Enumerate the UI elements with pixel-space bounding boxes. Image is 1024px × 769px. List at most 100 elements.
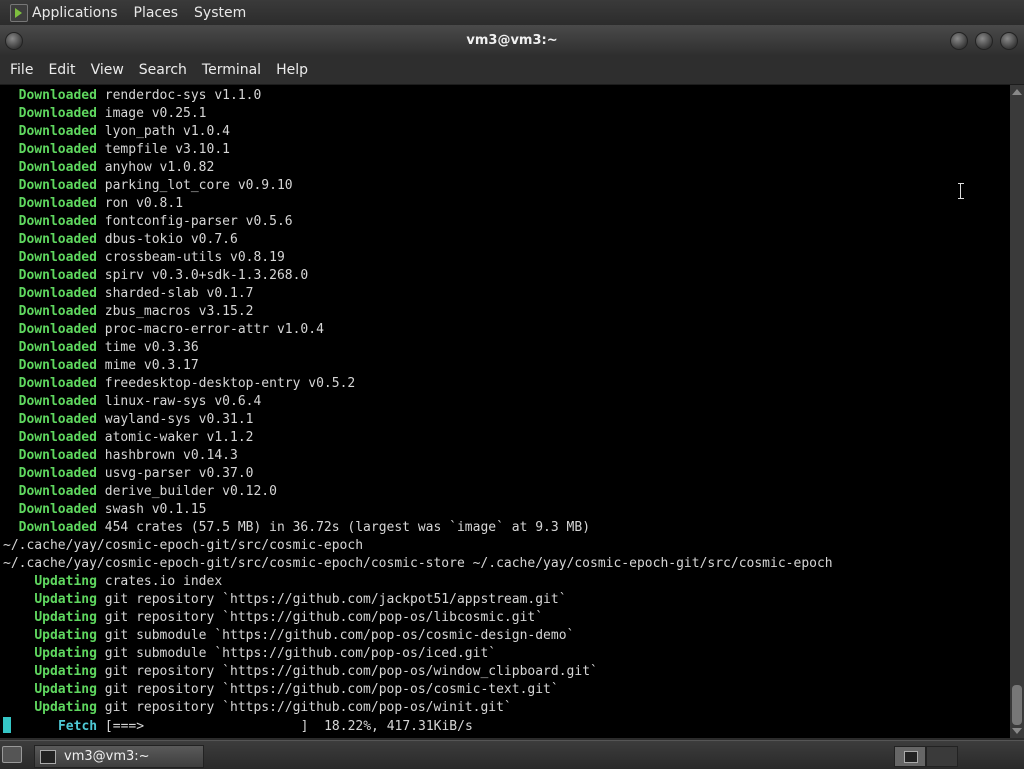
window-titlebar[interactable]: vm3@vm3:~ — [0, 25, 1024, 55]
bottom-panel: vm3@vm3:~ — [0, 740, 1024, 769]
terminal-line: Updating git repository `https://github.… — [3, 663, 833, 681]
terminal-scrollbar[interactable] — [1010, 85, 1024, 738]
line-status-keyword: Downloaded — [18, 520, 97, 535]
line-status-keyword: Downloaded — [18, 178, 97, 193]
line-status-keyword: Downloaded — [18, 484, 97, 499]
terminal-line: Downloaded usvg-parser v0.37.0 — [3, 465, 833, 483]
line-text: git submodule `https://github.com/pop-os… — [96, 646, 497, 661]
line-text: linux-raw-sys v0.6.4 — [96, 394, 262, 409]
taskbar-window-label: vm3@vm3:~ — [64, 749, 150, 764]
terminal-line: Downloaded ron v0.8.1 — [3, 195, 833, 213]
menu-file[interactable]: File — [10, 62, 33, 78]
maximize-button[interactable] — [975, 32, 993, 50]
line-text: atomic-waker v1.1.2 — [96, 430, 254, 445]
line-status-keyword: Downloaded — [18, 340, 97, 355]
line-status-keyword: Downloaded — [18, 448, 97, 463]
terminal-line: Downloaded freedesktop-desktop-entry v0.… — [3, 375, 833, 393]
terminal-line: Updating git repository `https://github.… — [3, 699, 833, 717]
terminal-output[interactable]: Downloaded renderdoc-sys v1.1.0 Download… — [0, 85, 1010, 738]
line-text: git repository `https://github.com/pop-o… — [96, 664, 598, 679]
line-text: ~/.cache/yay/cosmic-epoch-git/src/cosmic… — [3, 538, 364, 553]
line-text: usvg-parser v0.37.0 — [96, 466, 254, 481]
terminal-line: Downloaded hashbrown v0.14.3 — [3, 447, 833, 465]
menu-terminal[interactable]: Terminal — [202, 62, 261, 78]
menubar: File Edit View Search Terminal Help — [0, 55, 1024, 85]
line-text: derive_builder v0.12.0 — [96, 484, 277, 499]
top-menu-applications[interactable]: Applications — [32, 5, 118, 21]
line-text: renderdoc-sys v1.1.0 — [96, 88, 262, 103]
workspace-2[interactable] — [926, 746, 958, 767]
line-text: crates.io index — [96, 574, 223, 589]
line-text: spirv v0.3.0+sdk-1.3.268.0 — [96, 268, 309, 283]
terminal-line: ~/.cache/yay/cosmic-epoch-git/src/cosmic… — [3, 555, 833, 573]
line-status-keyword: Downloaded — [18, 106, 97, 121]
terminal-line: Downloaded tempfile v3.10.1 — [3, 141, 833, 159]
line-status-keyword: Downloaded — [18, 124, 97, 139]
line-text: git repository `https://github.com/pop-o… — [96, 700, 512, 715]
line-text: time v0.3.36 — [96, 340, 199, 355]
menu-search[interactable]: Search — [139, 62, 187, 78]
workspace-window-thumbnail — [904, 751, 918, 763]
top-panel: Applications Places System — [0, 0, 1024, 25]
show-desktop-icon[interactable] — [2, 746, 22, 763]
line-status-keyword: Downloaded — [18, 412, 97, 427]
terminal-line: Downloaded proc-macro-error-attr v1.0.4 — [3, 321, 833, 339]
window-menu-button[interactable] — [5, 32, 23, 50]
line-text: tempfile v3.10.1 — [96, 142, 230, 157]
line-text: hashbrown v0.14.3 — [96, 448, 238, 463]
workspace-1[interactable] — [894, 746, 926, 767]
terminal-line: ~/.cache/yay/cosmic-epoch-git/src/cosmic… — [3, 537, 833, 555]
menu-edit[interactable]: Edit — [48, 62, 75, 78]
terminal-cursor-block — [3, 717, 11, 733]
menu-help[interactable]: Help — [276, 62, 308, 78]
line-text: proc-macro-error-attr v1.0.4 — [96, 322, 324, 337]
terminal-line: Downloaded sharded-slab v0.1.7 — [3, 285, 833, 303]
terminal-line: Downloaded image v0.25.1 — [3, 105, 833, 123]
taskbar-window-button[interactable]: vm3@vm3:~ — [34, 745, 204, 768]
line-text: git repository `https://github.com/pop-o… — [96, 610, 544, 625]
line-text: git repository `https://github.com/pop-o… — [96, 682, 559, 697]
line-status-keyword: Updating — [34, 574, 97, 589]
line-status-keyword: Downloaded — [18, 142, 97, 157]
terminal-line: Downloaded time v0.3.36 — [3, 339, 833, 357]
menu-view[interactable]: View — [91, 62, 124, 78]
terminal-line: Downloaded anyhow v1.0.82 — [3, 159, 833, 177]
top-menu-places[interactable]: Places — [134, 5, 179, 21]
top-menu-system[interactable]: System — [194, 5, 246, 21]
terminal-line: Updating git repository `https://github.… — [3, 681, 833, 699]
scroll-down-arrow-icon[interactable] — [1012, 728, 1022, 734]
scroll-up-arrow-icon[interactable] — [1012, 89, 1022, 95]
line-status-keyword: Updating — [34, 628, 97, 643]
terminal-lines: Downloaded renderdoc-sys v1.1.0 Download… — [3, 87, 833, 735]
line-status-keyword: Updating — [34, 664, 97, 679]
scrollbar-thumb[interactable] — [1012, 685, 1022, 725]
line-text: sharded-slab v0.1.7 — [96, 286, 254, 301]
terminal-line: Downloaded 454 crates (57.5 MB) in 36.72… — [3, 519, 833, 537]
minimize-button[interactable] — [950, 32, 968, 50]
line-text: swash v0.1.15 — [96, 502, 207, 517]
close-button[interactable] — [1000, 32, 1018, 50]
applications-icon[interactable] — [10, 3, 28, 22]
line-text: ron v0.8.1 — [96, 196, 184, 211]
line-text: fontconfig-parser v0.5.6 — [96, 214, 293, 229]
line-text: anyhow v1.0.82 — [96, 160, 215, 175]
